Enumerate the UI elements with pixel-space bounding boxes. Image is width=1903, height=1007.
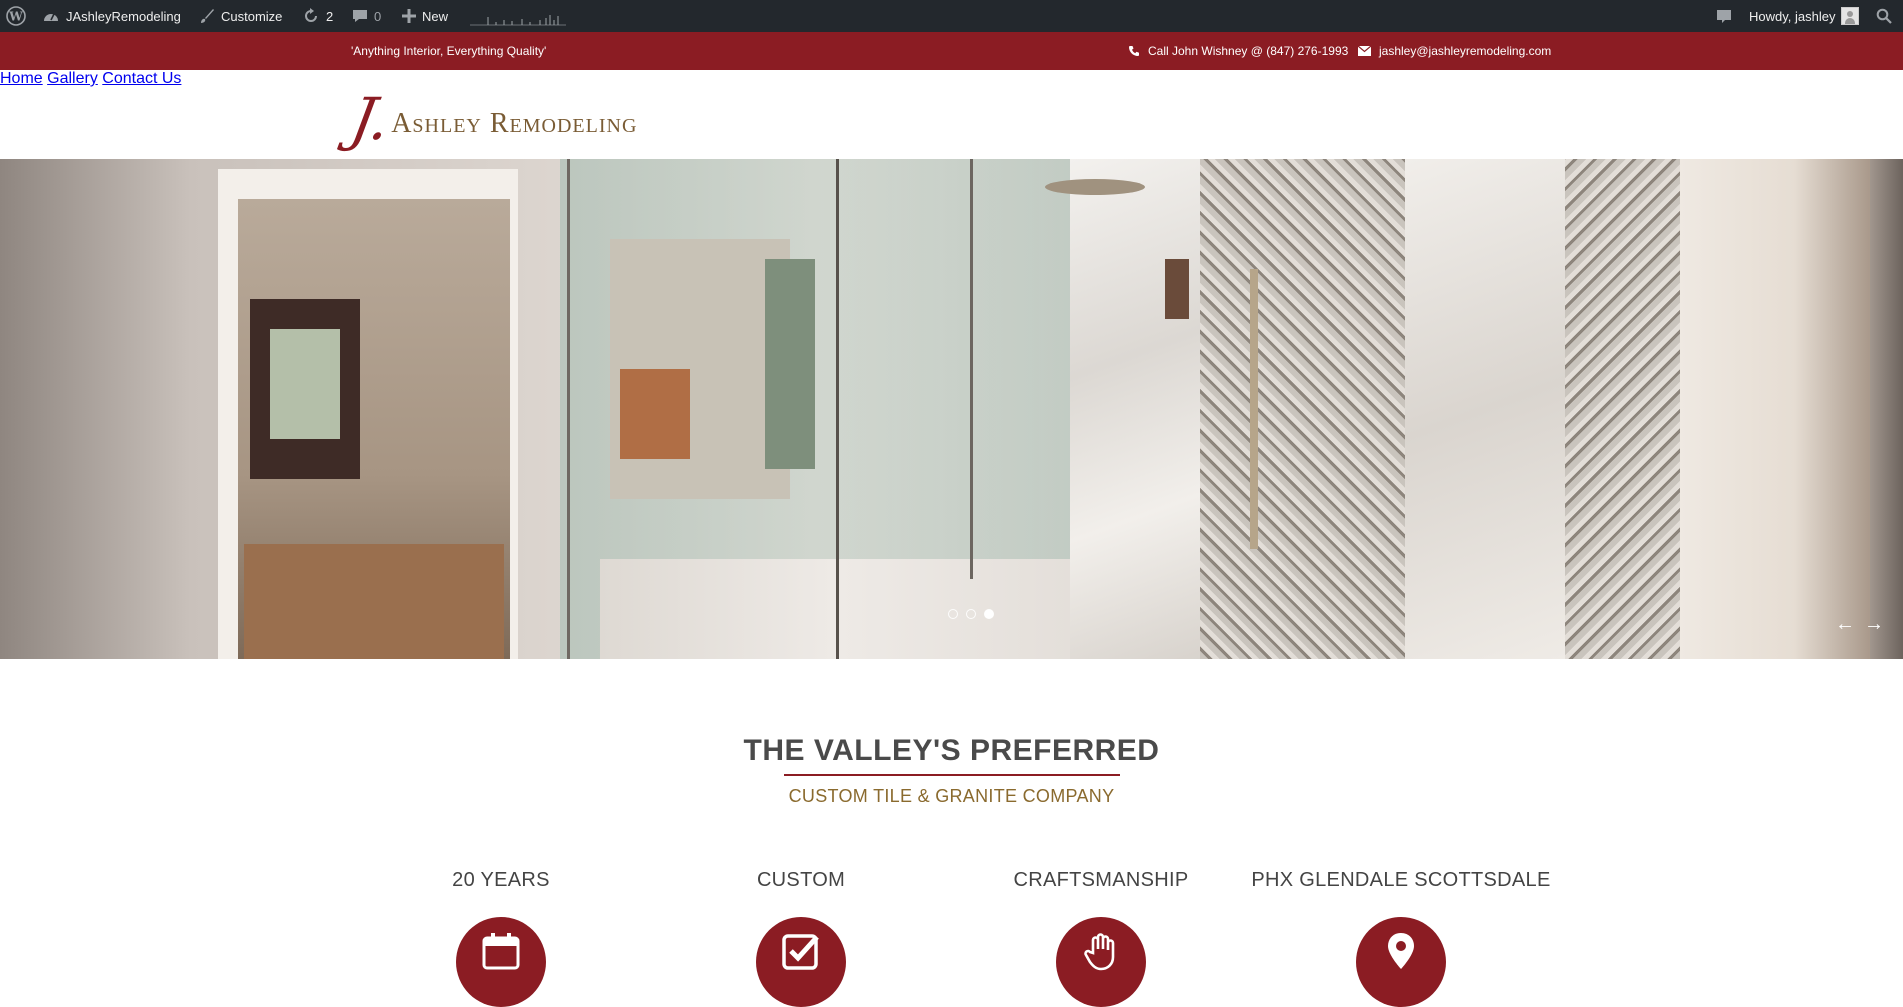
- search-link[interactable]: [1876, 0, 1892, 32]
- intro-title: THE VALLEY'S PREFERRED: [743, 734, 1160, 767]
- calendar-icon: [456, 917, 546, 1007]
- phone-icon: [1129, 46, 1139, 56]
- email-text: jashley@jashleyremodeling.com: [1379, 44, 1552, 58]
- nav-gallery[interactable]: Gallery: [47, 70, 98, 87]
- customize-label: Customize: [221, 8, 283, 24]
- tagline: 'Anything Interior, Everything Quality': [351, 44, 547, 58]
- phone-contact[interactable]: Call John Wishney @ (847) 276-1993: [1128, 32, 1348, 70]
- comment-icon: [353, 10, 367, 22]
- logo-name: Ashley Remodeling: [391, 108, 638, 139]
- site-name-link[interactable]: JAshleyRemodeling: [42, 0, 181, 32]
- slider-dot-2[interactable]: [966, 609, 976, 619]
- feature-years: 20 YEARS: [351, 869, 651, 1007]
- notifications-link[interactable]: [1716, 0, 1732, 32]
- nav-contact-us[interactable]: Contact Us: [102, 70, 181, 87]
- feature-craftsmanship: CRAFTSMANSHIP: [951, 869, 1251, 1007]
- hand-icon: [1056, 917, 1146, 1007]
- wordpress-logo-icon[interactable]: W: [6, 0, 26, 32]
- feature-title: CRAFTSMANSHIP: [1013, 869, 1189, 891]
- main-nav: Home Gallery Contact Us: [0, 70, 1903, 88]
- stats-sparkline[interactable]: [470, 0, 566, 32]
- logo-initial: J.: [346, 85, 396, 153]
- slider-dot-1[interactable]: [948, 609, 958, 619]
- slider-dot-3[interactable]: [984, 609, 994, 619]
- howdy-label: Howdy, jashley: [1749, 8, 1836, 24]
- slider-next-arrow[interactable]: →: [1864, 613, 1884, 636]
- updates-count: 2: [326, 8, 334, 24]
- intro-divider: [784, 774, 1120, 776]
- updates-icon: [305, 8, 317, 22]
- comments-count: 0: [374, 8, 382, 24]
- map-marker-icon: [1356, 917, 1446, 1007]
- feature-custom: CUSTOM: [651, 869, 951, 1007]
- svg-text:W: W: [8, 10, 23, 24]
- top-info-bar: 'Anything Interior, Everything Quality' …: [0, 32, 1903, 70]
- notifications-icon: [1717, 10, 1731, 23]
- feature-locations: PHX GLENDALE SCOTTSDALE: [1251, 869, 1551, 1007]
- paintbrush-icon: [201, 9, 214, 23]
- updates-link[interactable]: 2: [302, 0, 333, 32]
- customize-link[interactable]: Customize: [199, 0, 282, 32]
- new-label: New: [422, 8, 449, 24]
- slider-prev-arrow[interactable]: ←: [1835, 613, 1855, 636]
- check-square-icon: [756, 917, 846, 1007]
- site-logo[interactable]: J. Ashley Remodeling: [346, 85, 638, 153]
- feature-title: PHX GLENDALE SCOTTSDALE: [1251, 869, 1551, 891]
- admin-bar: W JAshleyRemodeling Customize 2 0 New Ho…: [0, 0, 1903, 32]
- feature-title: CUSTOM: [756, 869, 846, 891]
- intro-subtitle: CUSTOM TILE & GRANITE COMPANY: [788, 786, 1115, 806]
- feature-title: 20 YEARS: [452, 869, 550, 891]
- plus-icon: [402, 9, 416, 23]
- new-content-link[interactable]: New: [402, 0, 448, 32]
- avatar: [1841, 7, 1860, 25]
- envelope-icon: [1358, 46, 1371, 56]
- dashboard-icon: [44, 13, 58, 21]
- hero-slider[interactable]: ← →: [0, 159, 1903, 659]
- account-menu[interactable]: Howdy, jashley: [1749, 0, 1860, 32]
- sparkline-icon: [470, 15, 566, 26]
- comments-link[interactable]: 0: [352, 0, 381, 32]
- nav-home[interactable]: Home: [0, 70, 43, 87]
- email-contact[interactable]: jashley@jashleyremodeling.com: [1358, 32, 1551, 70]
- site-header: J. Ashley Remodeling Home Gallery Contac…: [0, 70, 1903, 159]
- site-name-label: JAshleyRemodeling: [66, 8, 181, 24]
- search-icon: [1876, 8, 1892, 24]
- phone-text: Call John Wishney @ (847) 276-1993: [1148, 44, 1349, 58]
